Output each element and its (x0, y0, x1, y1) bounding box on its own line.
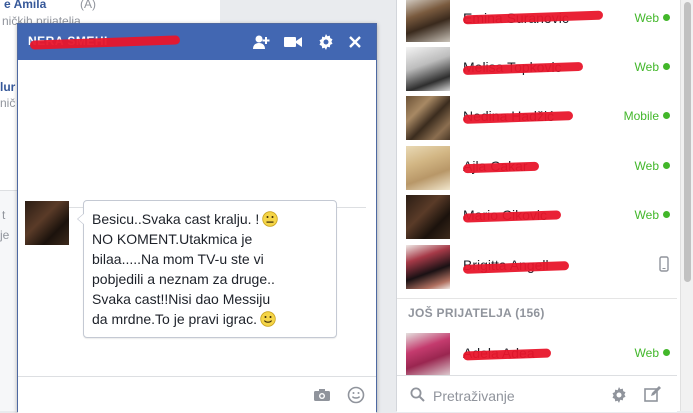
friend-row[interactable]: Nedina Hadžić Mobile (397, 94, 677, 142)
friend-avatar (406, 195, 450, 239)
online-dot-icon (663, 211, 670, 218)
chat-sidebar: Emina Suranovic Web Melisa Topkovic Web … (396, 0, 693, 412)
more-friends-heading: JOŠ PRIJATELJA (156) (408, 306, 545, 320)
background-text-fragment: nič (0, 96, 16, 110)
sidebar-scrollbar[interactable] (680, 0, 693, 411)
friend-status: Web (634, 159, 659, 173)
message-text: Besicu..Svaka cast kralju. ! (92, 211, 260, 227)
chat-conversation[interactable]: prije 3 min. Besicu..Svaka cast kralju. … (18, 60, 376, 376)
search-placeholder[interactable]: Pretraživanje (433, 388, 515, 404)
friend-avatar (406, 146, 450, 190)
message-line: Besicu..Svaka cast kralju. ! (92, 209, 328, 229)
sidebar-search[interactable]: Pretraživanje (397, 375, 677, 412)
friend-row[interactable]: Melisa Topkovic Web (397, 45, 677, 93)
close-icon[interactable] (345, 32, 365, 52)
redaction-mark (462, 348, 552, 361)
online-dot-icon (663, 349, 670, 356)
scroll-thumb[interactable] (684, 2, 691, 282)
gear-icon[interactable] (316, 32, 336, 52)
friend-row[interactable]: Adela Adea Web (397, 331, 677, 379)
camera-icon[interactable] (312, 386, 332, 404)
search-icon (410, 387, 425, 402)
neutral-emoji-icon (262, 211, 278, 227)
friend-status: Web (634, 60, 659, 74)
friend-row[interactable]: Emina Suranovic Web (397, 0, 677, 44)
message-line: da mrdne.To je pravi igrac. (92, 309, 328, 329)
smile-emoji-icon (260, 311, 276, 327)
friend-avatar (406, 0, 450, 42)
friend-status: Web (634, 346, 659, 360)
background-friend-suffix: (A) (80, 0, 96, 11)
chat-window: NERA SMEHI prije 3 min. Besicu..Svaka ca… (17, 23, 377, 413)
friend-status: Mobile (623, 109, 659, 123)
friend-row[interactable]: Ajla Cakar Web (397, 144, 677, 192)
friend-status: Web (634, 11, 659, 25)
video-call-icon[interactable] (283, 32, 303, 52)
background-link-fragment[interactable]: lur (0, 80, 15, 94)
friend-status: Web (634, 208, 659, 222)
background-gutter (375, 0, 395, 411)
background-text-je: je (0, 228, 10, 242)
friend-avatar (406, 47, 450, 91)
message-input[interactable] (18, 376, 376, 413)
message-line: pobjedili a neznam za druge.. (92, 271, 275, 287)
chat-header[interactable]: NERA SMEHI (18, 24, 376, 60)
mobile-phone-icon (659, 256, 669, 272)
friend-avatar (406, 245, 450, 289)
message-line: NO KOMENT.Utakmica je (92, 231, 253, 247)
friend-avatar[interactable] (25, 201, 69, 245)
online-dot-icon (663, 162, 670, 169)
message-line: Svaka cast!!Nisi dao Messiju (92, 291, 271, 307)
online-dot-icon (663, 63, 670, 70)
message-bubble: Besicu..Svaka cast kralju. ! NO KOMENT.U… (77, 200, 337, 338)
add-friend-icon[interactable] (251, 32, 271, 52)
section-divider (397, 298, 677, 299)
friend-row[interactable]: Mario Cikovic Web (397, 193, 677, 241)
message-text: da mrdne.To je pravi igrac. (92, 311, 257, 327)
emoji-icon[interactable] (346, 386, 366, 404)
new-message-icon[interactable] (644, 386, 661, 403)
background-text-t: t (2, 208, 6, 222)
friend-avatar (406, 96, 450, 140)
background-friend-name[interactable]: e Amila (4, 0, 46, 11)
online-dot-icon (663, 14, 670, 21)
online-dot-icon (663, 112, 670, 119)
settings-gear-icon[interactable] (611, 387, 627, 403)
friend-avatar (406, 333, 450, 377)
friend-row[interactable]: Brigitta Angell (397, 243, 677, 291)
message-line: bilaa.....Na mom TV-u ste vi (92, 251, 264, 267)
